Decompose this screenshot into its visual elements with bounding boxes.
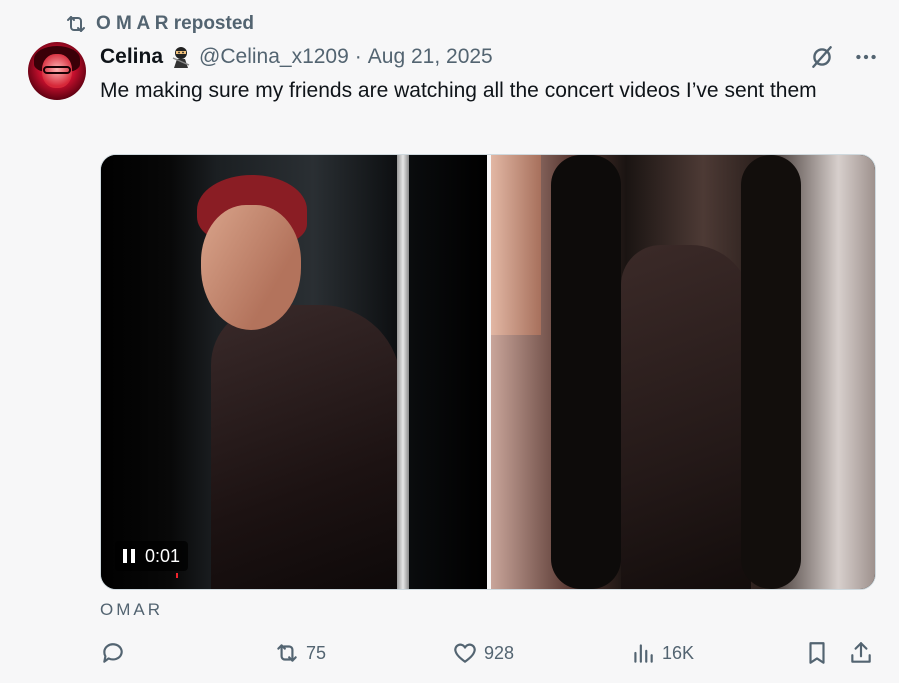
repost-button[interactable]: 75 — [274, 640, 326, 666]
video-player[interactable]: 0:01 — [100, 154, 876, 590]
reply-icon — [103, 643, 123, 663]
author-name[interactable]: Celina — [100, 45, 163, 69]
reply-button[interactable] — [100, 640, 132, 666]
tweet-date[interactable]: Aug 21, 2025 — [368, 45, 493, 69]
repost-count: 75 — [306, 642, 327, 663]
grok-icon[interactable] — [809, 44, 835, 70]
share-icon — [851, 642, 871, 663]
top-actions — [809, 44, 879, 70]
heart-icon — [454, 643, 476, 663]
avatar[interactable] — [28, 42, 86, 100]
separator-dot: · — [354, 45, 362, 68]
repost-label: O M A R reposted — [96, 13, 254, 34]
bookmark-icon — [809, 642, 825, 664]
author-handle[interactable]: @Celina_x1209 — [199, 45, 349, 69]
video-time: 0:01 — [145, 545, 181, 566]
view-count: 16K — [662, 642, 695, 663]
repost-icon — [277, 644, 297, 662]
ninja-emoji-icon — [172, 47, 190, 68]
media-caption: OMAR — [100, 600, 163, 619]
repost-indicator[interactable]: O M A R reposted — [64, 12, 254, 36]
tweet-header: Celina @Celina_x1209 · Aug 21, 2025 — [100, 42, 493, 72]
progress-marker — [176, 573, 178, 578]
tweet-text: Me making sure my friends are watching a… — [100, 79, 817, 102]
video-frame-left — [101, 155, 487, 589]
video-frame-right — [491, 155, 875, 589]
bookmark-button[interactable] — [804, 640, 830, 666]
video-controls[interactable]: 0:01 — [115, 541, 189, 571]
like-button[interactable]: 928 — [452, 640, 514, 666]
pause-icon[interactable] — [123, 549, 135, 563]
action-bar: 75 928 16K — [100, 640, 876, 672]
repost-icon — [67, 16, 85, 32]
more-options-icon[interactable] — [853, 44, 879, 70]
views-icon — [634, 644, 653, 663]
views-button[interactable]: 16K — [630, 640, 694, 666]
share-button[interactable] — [848, 640, 874, 666]
like-count: 928 — [484, 642, 515, 663]
